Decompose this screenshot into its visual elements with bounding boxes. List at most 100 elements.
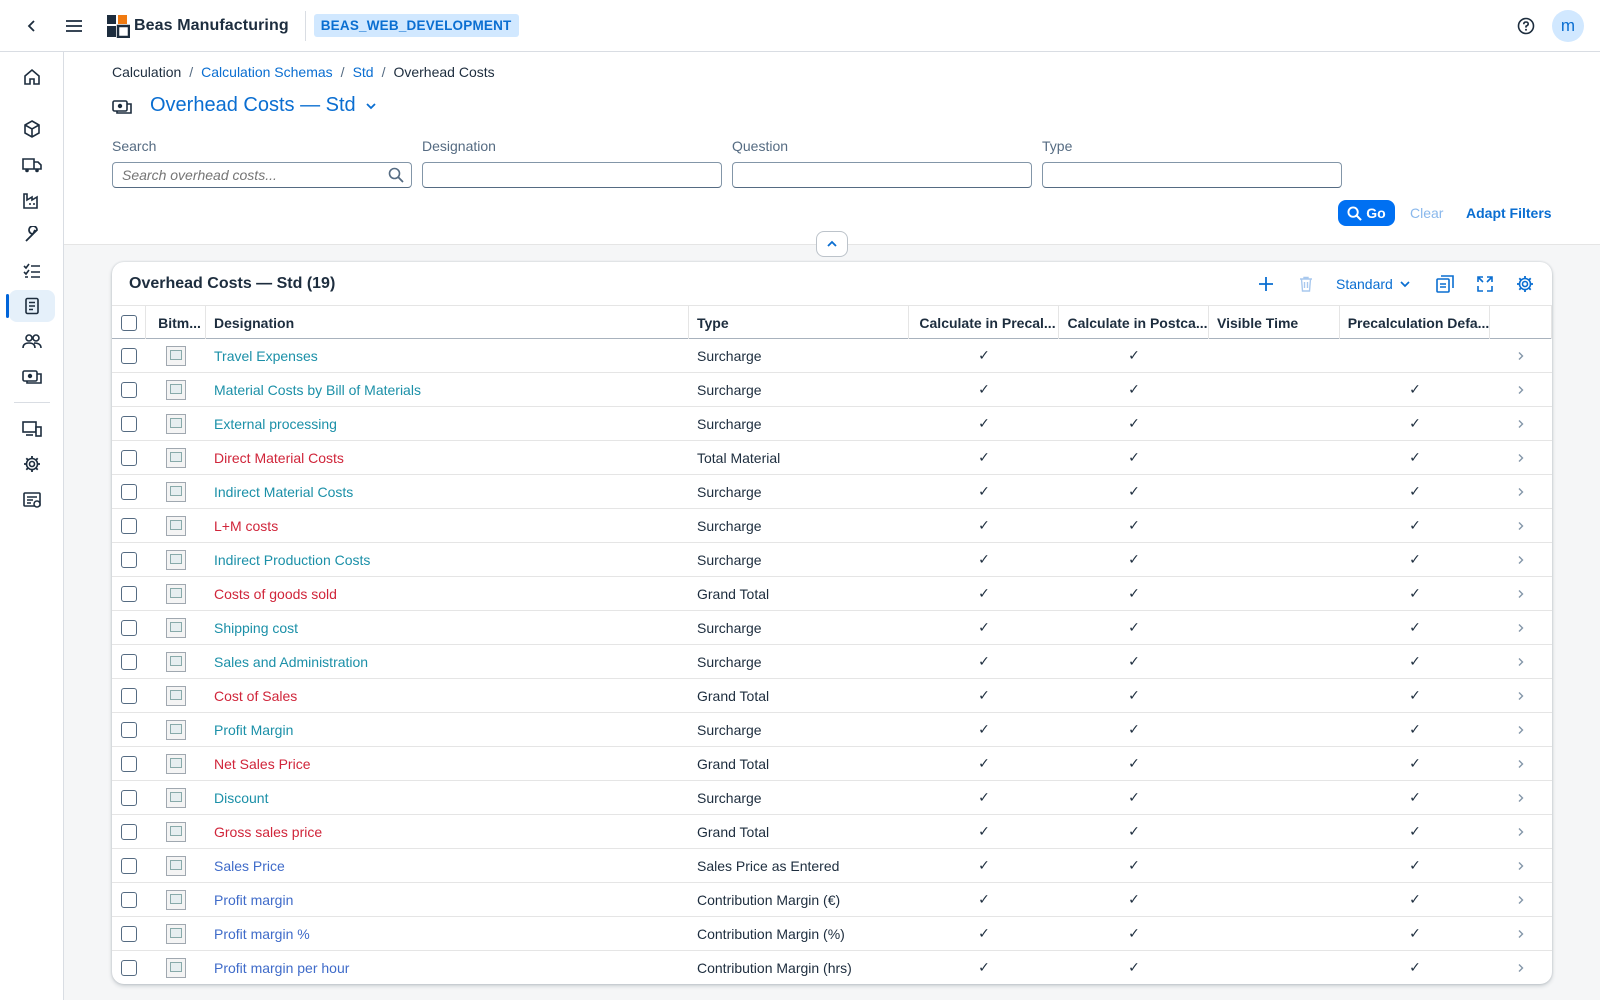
search-field[interactable]: [112, 162, 412, 188]
table-row[interactable]: Costs of goods sold Grand Total ✓ ✓ ✓: [112, 577, 1552, 611]
row-checkbox[interactable]: [121, 347, 137, 364]
row-navigation[interactable]: [1490, 543, 1552, 576]
row-checkbox[interactable]: [121, 721, 137, 738]
row-navigation[interactable]: [1490, 645, 1552, 678]
table-row[interactable]: Profit margin per hour Contribution Margi…: [112, 951, 1552, 984]
table-row[interactable]: Profit Margin Surcharge ✓ ✓ ✓: [112, 713, 1552, 747]
designation-link[interactable]: Sales Price: [206, 849, 689, 882]
table-row[interactable]: Net Sales Price Grand Total ✓ ✓ ✓: [112, 747, 1552, 781]
breadcrumb-calculation-schemas[interactable]: Calculation Schemas: [201, 64, 333, 80]
row-checkbox[interactable]: [121, 789, 137, 806]
designation-link[interactable]: Profit margin %: [206, 917, 689, 950]
table-row[interactable]: Sales Price Sales Price as Entered ✓ ✓ ✓: [112, 849, 1552, 883]
designation-link[interactable]: Cost of Sales: [206, 679, 689, 712]
designation-link[interactable]: Discount: [206, 781, 689, 814]
type-field[interactable]: [1042, 162, 1342, 188]
row-navigation[interactable]: [1490, 339, 1552, 372]
nav-calculation[interactable]: [6, 290, 55, 322]
designation-link[interactable]: Profit margin: [206, 883, 689, 916]
select-all-checkbox[interactable]: [120, 314, 137, 331]
variant-selector[interactable]: [364, 99, 378, 113]
column-header-type[interactable]: Type: [689, 306, 909, 339]
row-navigation[interactable]: [1490, 747, 1552, 780]
designation-field[interactable]: [422, 162, 722, 188]
row-navigation[interactable]: [1490, 951, 1552, 984]
column-header-visible-time[interactable]: Visible Time: [1209, 306, 1340, 339]
row-checkbox[interactable]: [121, 755, 137, 772]
row-navigation[interactable]: [1490, 577, 1552, 610]
nav-costs[interactable]: [9, 360, 55, 392]
breadcrumb-std[interactable]: Std: [353, 64, 374, 80]
row-navigation[interactable]: [1490, 373, 1552, 406]
collapse-header-button[interactable]: [816, 231, 848, 257]
column-header-designation[interactable]: Designation: [206, 306, 689, 339]
designation-link[interactable]: Costs of goods sold: [206, 577, 689, 610]
designation-link[interactable]: Direct Material Costs: [206, 441, 689, 474]
table-row[interactable]: Profit margin % Contribution Margin (%) ✓ ✓…: [112, 917, 1552, 951]
table-settings-button[interactable]: [1511, 270, 1539, 298]
menu-button[interactable]: [56, 8, 92, 44]
designation-link[interactable]: Gross sales price: [206, 815, 689, 848]
row-navigation[interactable]: [1490, 679, 1552, 712]
export-button[interactable]: [1431, 270, 1459, 298]
designation-link[interactable]: Sales and Administration: [206, 645, 689, 678]
row-navigation[interactable]: [1490, 407, 1552, 440]
designation-link[interactable]: Shipping cost: [206, 611, 689, 644]
row-navigation[interactable]: [1490, 509, 1552, 542]
question-field[interactable]: [732, 162, 1032, 188]
row-checkbox[interactable]: [121, 483, 137, 500]
go-button[interactable]: Go: [1338, 200, 1395, 226]
row-navigation[interactable]: [1490, 849, 1552, 882]
column-header-calc-postcalculation[interactable]: Calculate in Postca...: [1059, 306, 1209, 339]
table-row[interactable]: L+M costs Surcharge ✓ ✓ ✓: [112, 509, 1552, 543]
nav-devices[interactable]: [9, 413, 55, 445]
page-title[interactable]: Overhead Costs — Std: [150, 94, 356, 117]
table-row[interactable]: Profit margin Contribution Margin (€) ✓ ✓ ✓: [112, 883, 1552, 917]
row-navigation[interactable]: [1490, 713, 1552, 746]
breadcrumb-calculation[interactable]: Calculation: [112, 64, 181, 80]
row-checkbox[interactable]: [121, 381, 137, 398]
delete-button[interactable]: [1292, 270, 1320, 298]
row-checkbox[interactable]: [121, 585, 137, 602]
designation-link[interactable]: Profit margin per hour: [206, 951, 689, 984]
table-row[interactable]: Material Costs by Bill of Materials Surch…: [112, 373, 1552, 407]
designation-link[interactable]: Profit Margin: [206, 713, 689, 746]
add-button[interactable]: [1252, 270, 1280, 298]
designation-link[interactable]: L+M costs: [206, 509, 689, 542]
table-variant-selector[interactable]: Standard: [1336, 270, 1411, 298]
table-row[interactable]: Discount Surcharge ✓ ✓ ✓: [112, 781, 1552, 815]
designation-link[interactable]: Net Sales Price: [206, 747, 689, 780]
designation-link[interactable]: Indirect Material Costs: [206, 475, 689, 508]
question-input[interactable]: [733, 163, 993, 187]
designation-link[interactable]: Travel Expenses: [206, 339, 689, 372]
table-row[interactable]: Indirect Material Costs Surcharge ✓ ✓ ✓: [112, 475, 1552, 509]
designation-link[interactable]: Material Costs by Bill of Materials: [206, 373, 689, 406]
clear-button[interactable]: Clear: [1410, 205, 1443, 221]
logo[interactable]: Beas Manufacturing: [106, 14, 289, 38]
nav-delivery[interactable]: [9, 149, 55, 181]
designation-input[interactable]: [423, 163, 683, 187]
row-navigation[interactable]: [1490, 781, 1552, 814]
row-checkbox[interactable]: [121, 823, 137, 840]
column-header-calc-precalculation[interactable]: Calculate in Precal...: [909, 306, 1059, 339]
row-navigation[interactable]: [1490, 441, 1552, 474]
table-row[interactable]: Shipping cost Surcharge ✓ ✓ ✓: [112, 611, 1552, 645]
search-input[interactable]: [113, 163, 373, 187]
table-row[interactable]: Sales and Administration Surcharge ✓ ✓ ✓: [112, 645, 1552, 679]
row-checkbox[interactable]: [121, 619, 137, 636]
row-checkbox[interactable]: [121, 925, 137, 942]
row-checkbox[interactable]: [121, 891, 137, 908]
table-row[interactable]: Gross sales price Grand Total ✓ ✓ ✓: [112, 815, 1552, 849]
nav-items[interactable]: [9, 113, 55, 145]
nav-users[interactable]: [9, 325, 55, 357]
nav-settings[interactable]: [9, 448, 55, 480]
avatar[interactable]: m: [1552, 10, 1584, 42]
nav-production[interactable]: [9, 184, 55, 216]
adapt-filters-button[interactable]: Adapt Filters: [1466, 205, 1552, 221]
row-checkbox[interactable]: [121, 959, 137, 976]
nav-tasks[interactable]: [9, 255, 55, 287]
table-row[interactable]: Direct Material Costs Total Material ✓ ✓ ✓: [112, 441, 1552, 475]
type-input[interactable]: [1043, 163, 1303, 187]
row-checkbox[interactable]: [121, 653, 137, 670]
row-navigation[interactable]: [1490, 917, 1552, 950]
